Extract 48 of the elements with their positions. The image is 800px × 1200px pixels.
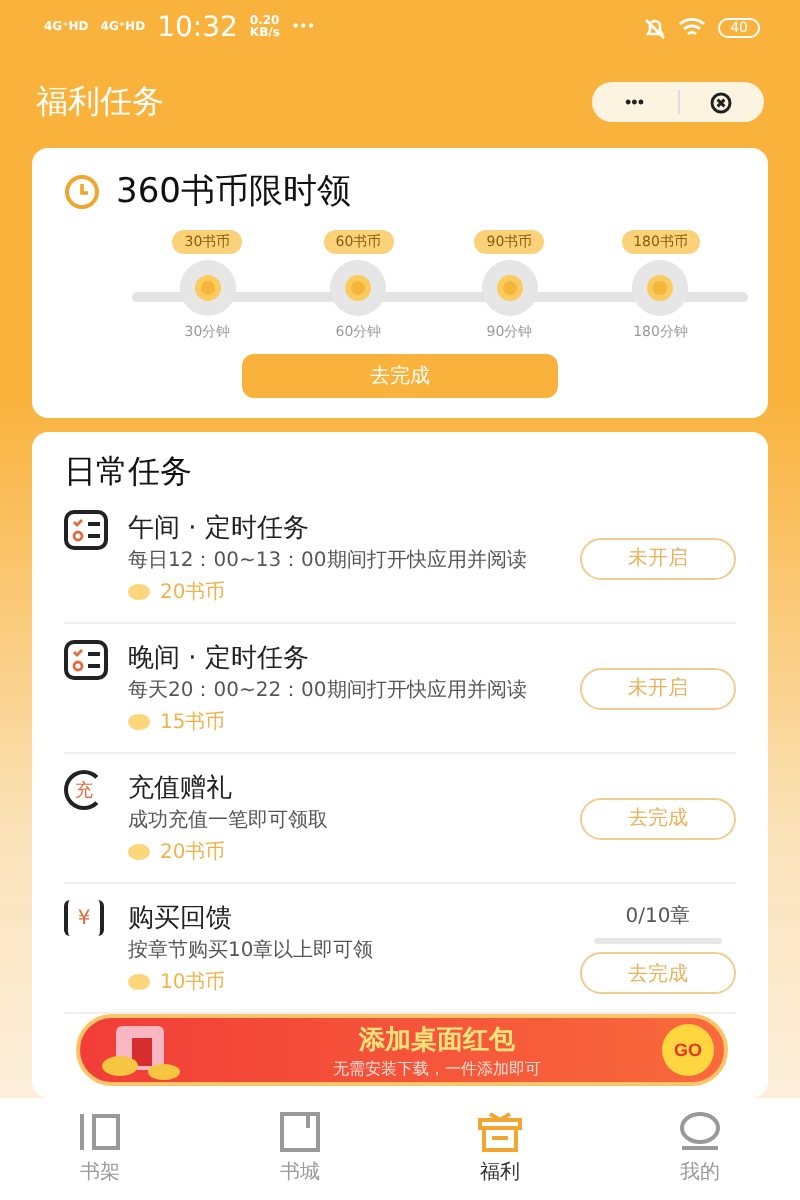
bell-muted-icon: [644, 17, 667, 39]
task-button[interactable]: 去完成: [580, 797, 736, 839]
nav-tab[interactable]: 书城: [200, 1098, 400, 1200]
task-title: 晚间 · 定时任务: [128, 642, 311, 676]
gift-icon: [476, 1112, 524, 1152]
close-icon: [710, 91, 733, 113]
coin-icon: [128, 844, 150, 860]
task-title: 购买回馈: [128, 902, 234, 936]
task-reward: 15书币: [160, 709, 226, 736]
section-title: 日常任务: [64, 452, 194, 494]
task-reward: 10书币: [160, 969, 226, 996]
card-title: 360书币限时领: [116, 170, 351, 214]
promo-banner[interactable]: 添加桌面红包 无需安装下载，一件添加即可 GO: [76, 1014, 728, 1086]
banner-title: 添加桌面红包: [359, 1023, 515, 1057]
checklist-icon: [64, 510, 108, 550]
task-reward: 20书币: [160, 839, 226, 866]
coin-icon: [128, 714, 150, 730]
bookshelf-icon: [78, 1112, 122, 1152]
coin-icon: [128, 584, 150, 600]
task-button[interactable]: 去完成: [580, 952, 736, 994]
wifi-icon: [678, 18, 707, 38]
nav-tab[interactable]: 书架: [0, 1098, 200, 1200]
go-button[interactable]: GO: [662, 1024, 714, 1076]
user-icon: [678, 1112, 722, 1152]
nav-tab[interactable]: 福利: [400, 1098, 600, 1200]
coin-icon: [646, 274, 675, 302]
task-description: 每日12：00~13：00期间打开快应用并阅读: [128, 550, 528, 574]
more-button[interactable]: •••: [592, 82, 677, 122]
coin-icon: [193, 274, 222, 302]
task-description: 成功充值一笔即可领取: [128, 810, 330, 834]
coin-icon: [495, 274, 524, 302]
coin-icon: [344, 274, 373, 302]
coin-icon: [128, 974, 150, 990]
nav-tab[interactable]: 我的: [600, 1098, 800, 1200]
banner-subtitle: 无需安装下载，一件添加即可: [333, 1057, 541, 1079]
task-title: 午间 · 定时任务: [128, 512, 311, 546]
checklist-icon: [64, 640, 108, 680]
task-button[interactable]: 未开启: [580, 537, 736, 579]
task-button[interactable]: 未开启: [580, 667, 736, 709]
task-reward: 20书币: [160, 579, 226, 606]
complete-button[interactable]: 去完成: [242, 354, 558, 398]
book-icon: [278, 1112, 322, 1152]
clock-time: 10:32: [157, 12, 238, 44]
task-description: 按章节购买10章以上即可领: [128, 940, 376, 964]
task-title: 充值赠礼: [128, 772, 234, 806]
page-title: 福利任务: [36, 81, 164, 123]
task-description: 每天20：00~22：00期间打开快应用并阅读: [128, 680, 528, 704]
clock-icon: [64, 173, 100, 209]
